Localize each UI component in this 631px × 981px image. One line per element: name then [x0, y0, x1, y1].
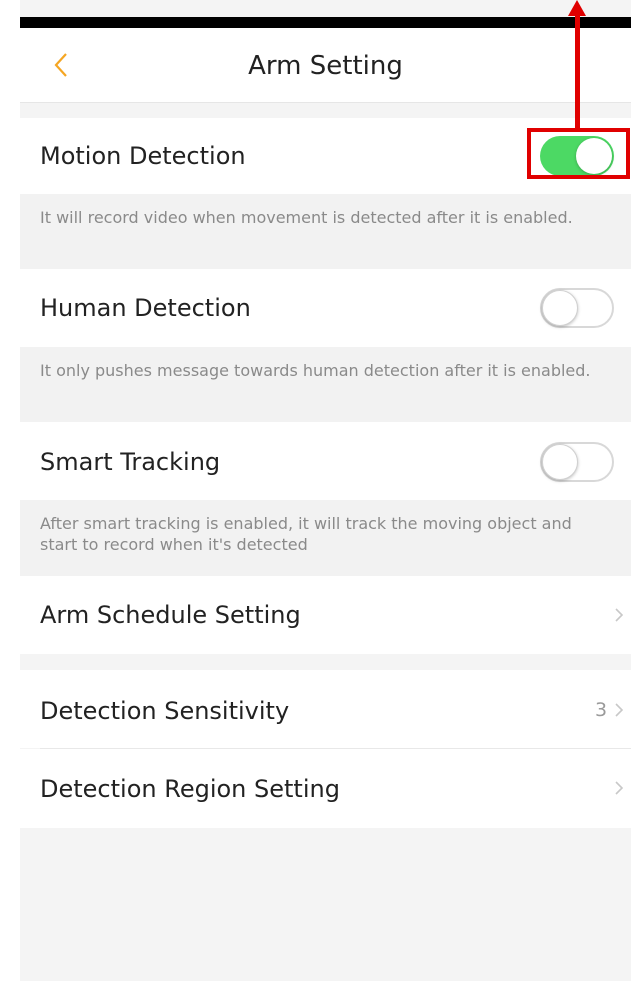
human-detection-description-box: It only pushes message towards human det… — [20, 347, 631, 422]
sensitivity-value: 3 — [595, 699, 608, 721]
page-title: Arm Setting — [248, 51, 403, 81]
chevron-right-icon — [615, 781, 624, 795]
toggle-knob — [542, 444, 578, 480]
human-detection-toggle[interactable] — [540, 288, 614, 328]
annotation-highlight-box — [527, 128, 630, 179]
arm-schedule-label: Arm Schedule Setting — [40, 601, 301, 629]
motion-detection-description-box: It will record video when movement is de… — [20, 194, 631, 269]
chevron-right-icon — [615, 608, 624, 622]
smart-tracking-label: Smart Tracking — [40, 448, 221, 476]
chevron-right-icon — [615, 703, 624, 717]
annotation-arrow — [575, 14, 580, 129]
human-detection-row: Human Detection — [20, 269, 631, 347]
detection-sensitivity-label: Detection Sensitivity — [40, 697, 290, 725]
detection-sensitivity-row[interactable]: Detection Sensitivity 3 — [20, 670, 631, 748]
smart-tracking-row: Smart Tracking — [20, 422, 631, 500]
detection-region-label: Detection Region Setting — [40, 775, 340, 803]
smart-tracking-toggle[interactable] — [540, 442, 614, 482]
arm-schedule-row[interactable]: Arm Schedule Setting — [20, 576, 631, 654]
human-detection-label: Human Detection — [40, 294, 251, 322]
smart-tracking-description: After smart tracking is enabled, it will… — [40, 514, 572, 554]
nav-header: Arm Setting — [20, 28, 631, 103]
human-detection-description: It only pushes message towards human det… — [40, 361, 591, 380]
smart-tracking-description-box: After smart tracking is enabled, it will… — [20, 500, 631, 576]
detection-region-row[interactable]: Detection Region Setting — [20, 749, 631, 828]
toggle-knob — [542, 290, 578, 326]
motion-detection-label: Motion Detection — [40, 142, 246, 170]
status-bar — [20, 17, 631, 28]
motion-detection-description: It will record video when movement is de… — [40, 208, 573, 227]
